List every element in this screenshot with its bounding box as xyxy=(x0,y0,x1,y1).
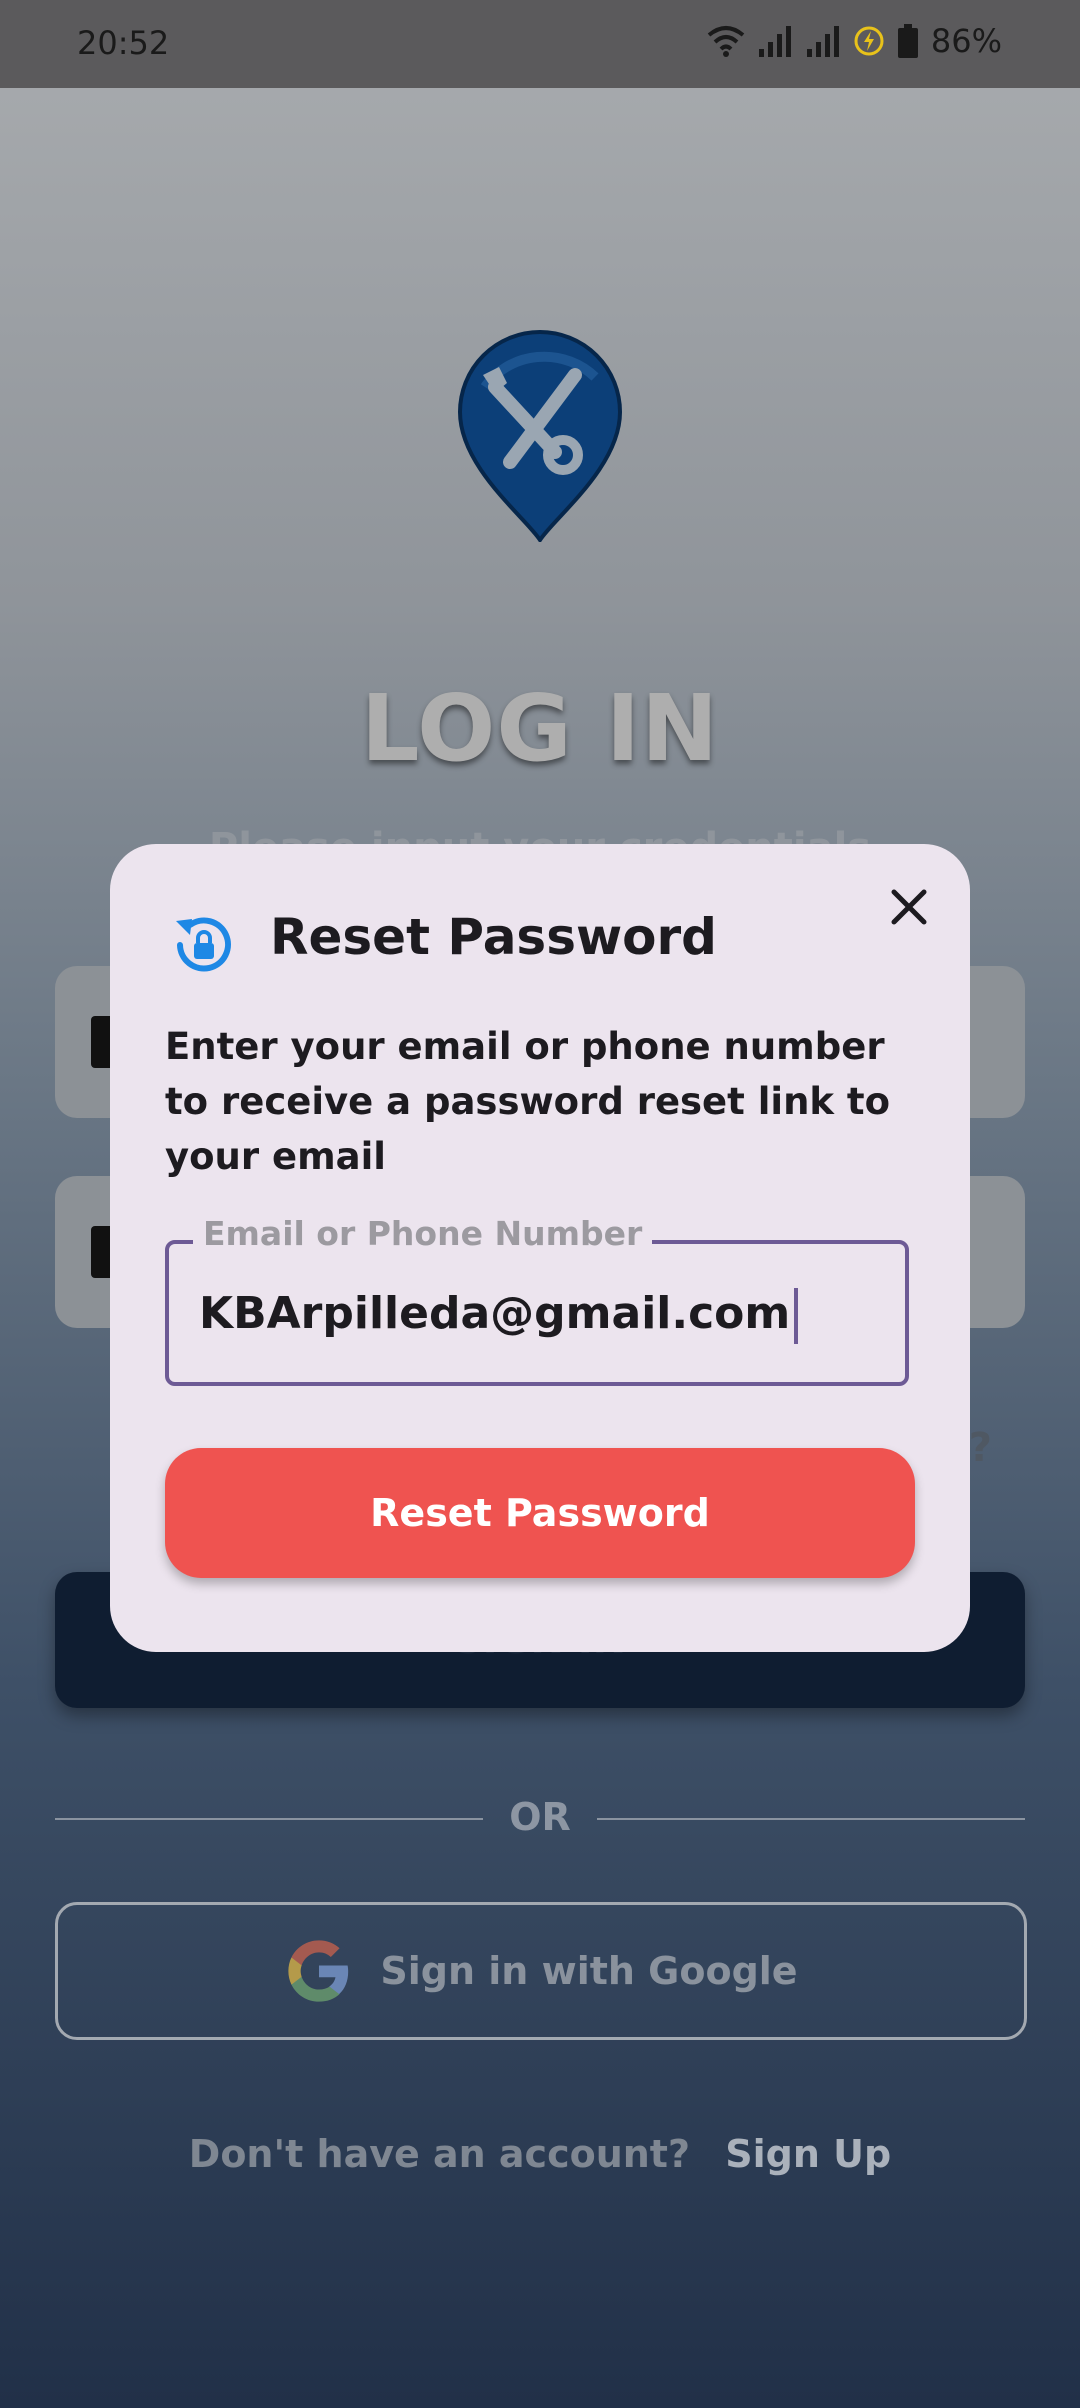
status-bar: 20:52 86% xyxy=(0,0,1080,88)
battery-icon xyxy=(897,24,918,58)
email-or-phone-value[interactable]: KBArpilleda@gmail.com xyxy=(199,1288,799,1344)
close-icon[interactable] xyxy=(884,882,934,932)
google-signin-button[interactable]: Sign in with Google xyxy=(55,1902,1027,2040)
google-signin-label: Sign in with Google xyxy=(380,1949,798,1993)
signup-question: Don't have an account? xyxy=(188,2132,691,2176)
dialog-title: Reset Password xyxy=(270,908,717,966)
battery-saver-icon xyxy=(854,26,884,56)
email-or-phone-label: Email or Phone Number xyxy=(193,1214,653,1253)
signal-icon xyxy=(806,26,839,57)
status-icons: 86% xyxy=(707,22,1002,60)
reset-password-button[interactable]: Reset Password xyxy=(165,1448,915,1578)
forgot-password-link[interactable]: ? xyxy=(969,1425,992,1471)
or-separator: OR xyxy=(509,1795,571,1839)
lock-reset-icon xyxy=(176,917,231,972)
email-or-phone-input[interactable]: Email or Phone Number KBArpilleda@gmail.… xyxy=(165,1214,909,1386)
battery-percent: 86% xyxy=(930,22,1002,60)
signup-link[interactable]: Sign Up xyxy=(725,2132,891,2176)
google-icon xyxy=(288,1940,349,2002)
wifi-icon xyxy=(707,26,745,57)
reset-password-dialog: Reset Password Enter your email or phone… xyxy=(110,844,970,1652)
status-time: 20:52 xyxy=(77,24,170,62)
app-logo-icon xyxy=(457,330,623,542)
login-screen: 20:52 86% LOG IN ? OR Sign in with Googl… xyxy=(0,0,1080,2408)
signup-row: Don't have an account? Sign Up xyxy=(0,2132,1080,2176)
dialog-description: Enter your email or phone number to rece… xyxy=(165,1025,891,1178)
text-cursor xyxy=(794,1288,799,1344)
signal-icon xyxy=(758,26,791,57)
page-title: LOG IN xyxy=(360,675,720,782)
